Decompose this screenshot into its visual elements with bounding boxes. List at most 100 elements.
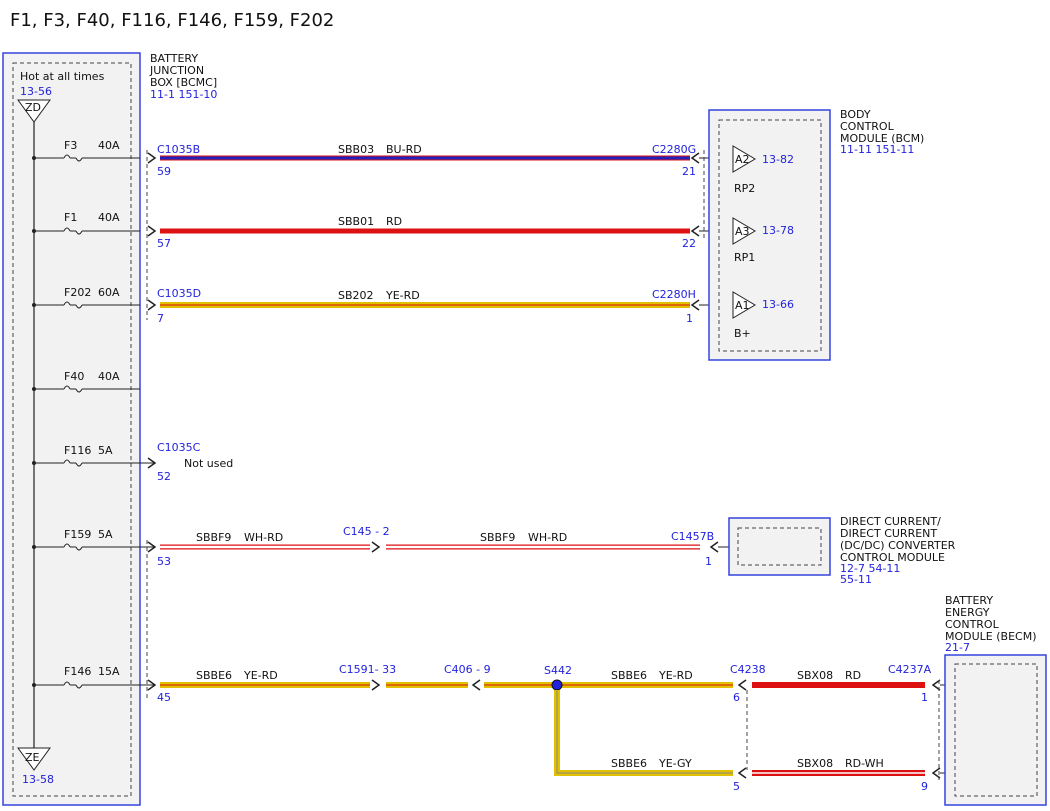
connector-arrow-icon [737,679,747,691]
wire-id: SBX08 [797,669,833,682]
dest-pin-label: 6 [733,691,740,704]
wire-id: SBB01 [338,215,374,228]
battery-energy-control-module [944,654,1047,806]
dcdc-converter-module [728,517,831,576]
connector-arrow-icon [690,299,700,311]
fuse-rating: 15A [98,665,120,678]
dest-pin-label: 21 [682,165,696,178]
pin-label: 45 [157,691,171,704]
wire-color-code: BU-RD [386,143,422,156]
fuse-label: F146 [64,665,91,678]
inline-conn-1: C1591- 33 [339,663,396,676]
wire-color-code: RD [845,669,861,682]
pin-id: A2 [735,153,750,166]
circuit-sbx08: SBX08 RD C4237A 1 [752,663,955,704]
zd-label: ZD [25,101,41,114]
wire-color-code-2: YE-RD [658,669,693,682]
connector-arrow-icon [690,225,700,237]
wire-color-code: YE-RD [243,669,278,682]
page-title: F1, F3, F40, F116, F146, F159, F202 [10,10,334,31]
dest-conn-label: C4238 [730,663,766,676]
circuit-sbb01: 57 SBB01 RD 22 [147,215,733,250]
conn-label: C1035B [157,143,200,156]
wire-color-code: RD [386,215,402,228]
connector-arrow-icon [709,541,719,553]
fuse-rating: 40A [98,211,120,224]
pin-label: 52 [157,470,171,483]
hot-at-all-times-label: Hot at all times [20,70,105,83]
fuse-label: F159 [64,528,91,541]
wire-id: SBB03 [338,143,374,156]
splice-dot [551,679,563,691]
wiring-diagram: F1, F3, F40, F116, F146, F159, F202 BATT… [2,10,1047,806]
dest-conn-label: C2280G [652,143,696,156]
pin-name: B+ [734,327,751,340]
conn-label: C1035C [157,441,201,454]
fuse-label: F3 [64,139,77,152]
dcdc-ref-line-2: 55-11 [840,573,872,586]
wire-id: SBBE6 [611,757,647,770]
not-used-note: Not used [184,457,233,470]
connector-arrow-icon [471,679,481,691]
wire-id-2: SBBE6 [611,669,647,682]
pin-ref: 13-66 [762,298,794,311]
fuse-rating: 40A [98,370,120,383]
wire-id: SB202 [338,289,374,302]
becm-conn-label: C4237A [888,663,932,676]
dest-conn-label: C2280H [652,288,696,301]
wire-id: SBBE6 [196,669,232,682]
circuit-sbbe6: 45 SBBE6 YE-RD C1591- 33 C406 - 9 S442 S… [147,663,766,704]
wire-id: SBX08 [797,757,833,770]
pin-label: 53 [157,555,171,568]
wire-color-code: RD-WH [845,757,884,770]
fuse-rating: 40A [98,139,120,152]
wire-id-2: SBBF9 [480,531,515,544]
bcm-ref: 11-11 151-11 [840,143,914,156]
circuit-sbbe6-branch: SBBE6 YE-GY 5 [554,690,747,793]
fuse-rating: 60A [98,286,120,299]
splice-label: S442 [544,664,572,677]
fuse-label: F40 [64,370,84,383]
pin-ref: 13-82 [762,153,794,166]
wire-color-code: WH-RD [244,531,283,544]
dest-pin-label: 1 [686,312,693,325]
circuit-sb202: C1035D 7 SB202 YE-RD C2280H 1 [147,287,733,325]
fuse-label: F1 [64,211,77,224]
dest-conn-label: C1457B [671,530,714,543]
pin-label: 7 [157,312,164,325]
fuse-label: F202 [64,286,91,299]
connector-arrow-icon [737,767,747,779]
circuit-sbx08-rd-wh: SBX08 RD-WH 9 [752,757,955,793]
pin-name: RP1 [734,251,755,264]
pin-label: 57 [157,237,171,250]
pin-label: 5 [733,780,740,793]
inline-conn-2: C406 - 9 [444,663,491,676]
pin-id: A3 [735,225,750,238]
circuit-sbbf9: 53 SBBF9 WH-RD C145 - 2 SBBF9 WH-RD C145… [147,525,738,568]
dest-pin-label: 1 [705,555,712,568]
pin-label: 59 [157,165,171,178]
pin-label: 1 [921,691,928,704]
connector-arrow-icon [371,679,381,691]
battery-junction-box [2,52,141,806]
ze-label: ZE [25,751,40,764]
bjb-ref: 11-1 151-10 [150,88,217,101]
connector-arrow-icon [147,225,157,237]
connector-arrow-icon [147,299,157,311]
connector-arrow-icon [147,152,157,164]
wire-color-code-2: WH-RD [528,531,567,544]
pin-id: A1 [735,299,750,312]
becm-ref: 21-7 [945,641,970,654]
connector-arrow-icon [371,541,381,553]
pin-name: RP2 [734,182,755,195]
fuse-rating: 5A [98,528,113,541]
wire-id: SBBF9 [196,531,231,544]
circuit-not-used: C1035C 52 Not used [147,441,233,483]
conn-label: C1035D [157,287,201,300]
dest-pin-label: 22 [682,237,696,250]
pin-ref: 13-78 [762,224,794,237]
hot-ref: 13-56 [20,85,52,98]
fuse-rating: 5A [98,444,113,457]
circuit-sbb03: C1035B 59 SBB03 BU-RD C2280G 21 [147,143,733,178]
inline-conn-label: C145 - 2 [343,525,390,538]
